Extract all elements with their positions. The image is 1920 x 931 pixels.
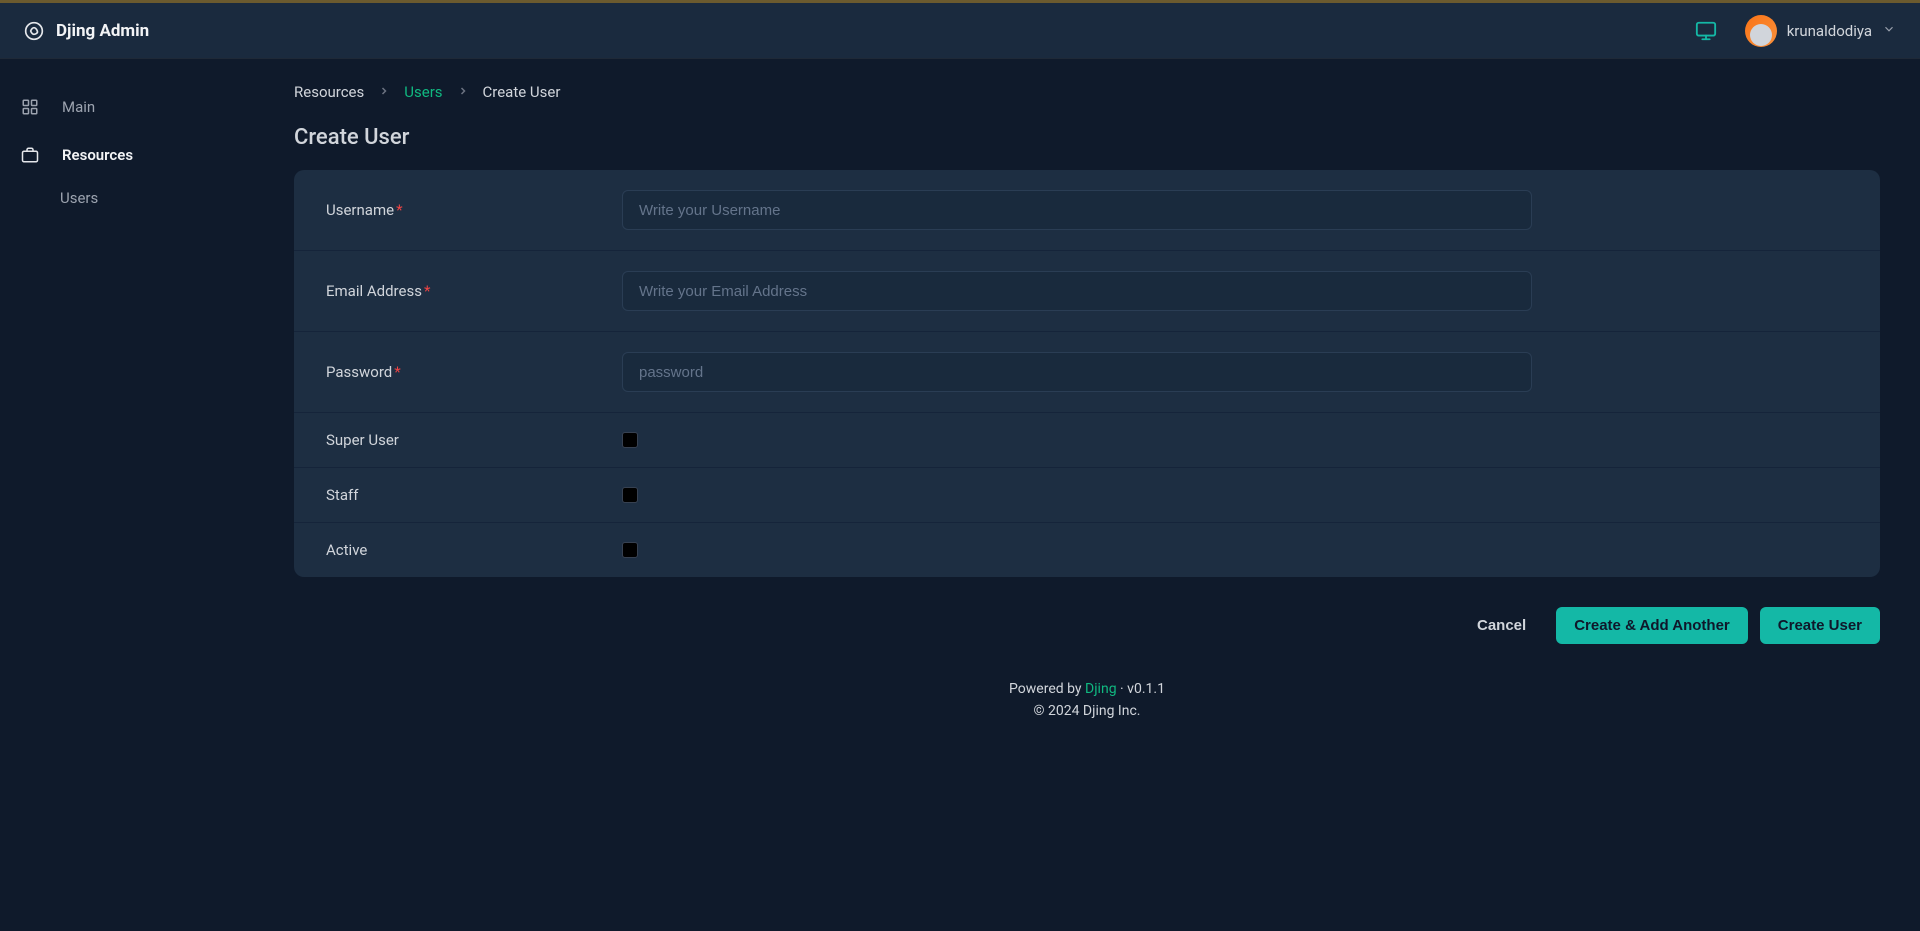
form-actions: Cancel Create & Add Another Create User (294, 607, 1880, 644)
breadcrumb-create-user: Create User (483, 83, 561, 101)
footer-copyright: © 2024 Djing Inc. (294, 700, 1880, 722)
username-input[interactable] (622, 190, 1532, 230)
password-input[interactable] (622, 352, 1532, 392)
brand-title: Djing Admin (56, 21, 149, 41)
form-card: Username* Email Address* Password* Super… (294, 170, 1880, 577)
form-row-active: Active (294, 523, 1880, 577)
brand-logo-icon (24, 21, 44, 41)
email-label: Email Address* (326, 282, 622, 300)
sidebar-item-resources[interactable]: Resources (0, 131, 270, 179)
chevron-down-icon (1882, 21, 1896, 40)
breadcrumb-users[interactable]: Users (404, 83, 442, 101)
create-user-button[interactable]: Create User (1760, 607, 1880, 644)
footer-line1: Powered by Djing · v0.1.1 (294, 678, 1880, 700)
sidebar-resources-label: Resources (62, 146, 133, 164)
active-label: Active (326, 541, 622, 559)
chevron-right-icon (378, 85, 390, 100)
layout: Main Resources Users Resources Users (0, 59, 1920, 928)
form-row-staff: Staff (294, 468, 1880, 523)
chevron-right-icon (457, 85, 469, 100)
sidebar-users-label: Users (60, 189, 98, 207)
staff-label: Staff (326, 486, 622, 504)
super-user-checkbox[interactable] (622, 432, 638, 448)
form-row-super-user: Super User (294, 413, 1880, 468)
password-label: Password* (326, 363, 622, 381)
required-marker: * (396, 201, 402, 219)
header-right: krunaldodiya (1695, 15, 1896, 47)
form-row-email: Email Address* (294, 251, 1880, 332)
required-marker: * (394, 363, 400, 381)
sidebar-item-main[interactable]: Main (0, 83, 270, 131)
page-title: Create User (294, 125, 1880, 150)
monitor-icon[interactable] (1695, 20, 1717, 42)
main-content: Resources Users Create User Create User … (270, 59, 1920, 928)
sidebar: Main Resources Users (0, 59, 270, 928)
form-row-password: Password* (294, 332, 1880, 413)
sidebar-subitem-users[interactable]: Users (0, 179, 270, 217)
super-user-label: Super User (326, 431, 622, 449)
user-menu[interactable]: krunaldodiya (1745, 15, 1896, 47)
active-checkbox[interactable] (622, 542, 638, 558)
required-marker: * (424, 282, 430, 300)
username-label: krunaldodiya (1787, 22, 1872, 40)
header-left: Djing Admin (24, 21, 149, 41)
cancel-button[interactable]: Cancel (1459, 607, 1544, 644)
footer-link[interactable]: Djing (1085, 681, 1117, 697)
email-input[interactable] (622, 271, 1532, 311)
sidebar-main-label: Main (62, 98, 95, 116)
avatar (1745, 15, 1777, 47)
form-row-username: Username* (294, 170, 1880, 251)
breadcrumb-resources[interactable]: Resources (294, 83, 364, 101)
footer: Powered by Djing · v0.1.1 © 2024 Djing I… (294, 678, 1880, 723)
breadcrumb: Resources Users Create User (294, 83, 1880, 101)
username-label: Username* (326, 201, 622, 219)
app-header: Djing Admin krunaldodiya (0, 3, 1920, 59)
create-add-another-button[interactable]: Create & Add Another (1556, 607, 1748, 644)
grid-icon (20, 97, 40, 117)
briefcase-icon (20, 145, 40, 165)
staff-checkbox[interactable] (622, 487, 638, 503)
